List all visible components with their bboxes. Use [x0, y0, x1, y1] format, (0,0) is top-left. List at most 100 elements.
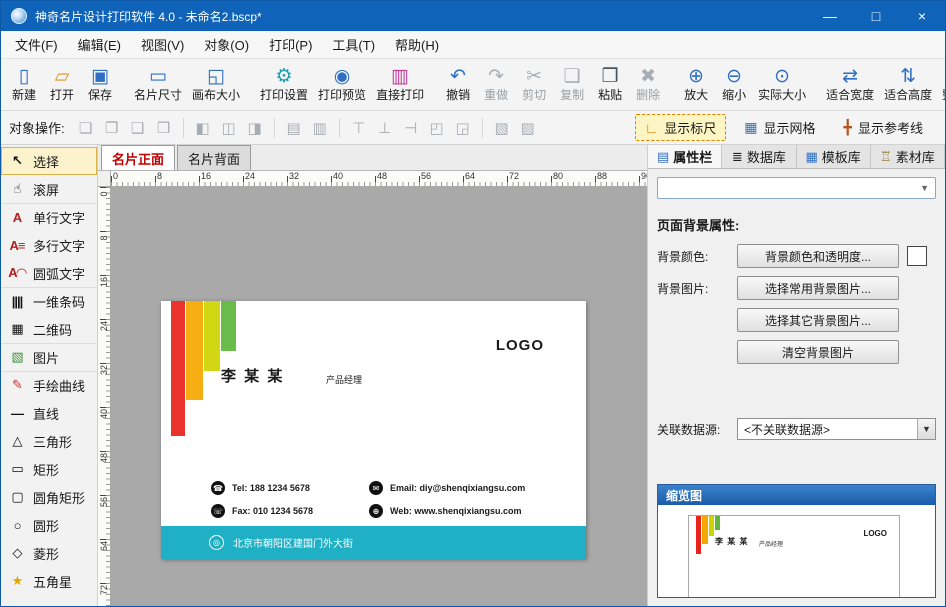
tab-properties[interactable]: ▤ 属性栏: [648, 145, 722, 168]
toolbar-group-fit: ⇄ 适合宽度 ⇅ 适合高度 ⊞ 整页显示: [821, 61, 946, 108]
freehand-curve-tool[interactable]: ✎ 手绘曲线: [1, 371, 97, 399]
circle-tool[interactable]: ○ 圆形: [1, 511, 97, 539]
multi-line-text-tool[interactable]: A≡ 多行文字: [1, 231, 97, 259]
fit-height-button[interactable]: ⇅ 适合高度: [879, 61, 937, 108]
actual-size-button[interactable]: ⊙ 实际大小: [753, 61, 811, 108]
align-top-button[interactable]: ⊤: [346, 116, 372, 140]
tool-palette: ↖ 选择 ☝ 滚屏 A 单行文字 A≡ 多行文字: [1, 145, 98, 606]
pan-tool[interactable]: ☝ 滚屏: [1, 175, 97, 203]
card-tel-row[interactable]: ☎ Tel: 188 1234 5678: [211, 481, 310, 495]
align-bottom-button[interactable]: ⊥: [372, 116, 398, 140]
delete-button[interactable]: ✖ 删除: [629, 61, 667, 108]
business-card[interactable]: LOGO 李 某 某 产品经理 ☎ Tel: 188 1234 5678 ☏ F…: [161, 301, 586, 559]
paste-button[interactable]: ❒ 粘贴: [591, 61, 629, 108]
card-job-title-text[interactable]: 产品经理: [326, 373, 362, 386]
tab-materials[interactable]: ♖ 素材库: [871, 145, 945, 168]
single-line-text-tool[interactable]: A 单行文字: [1, 203, 97, 231]
image-tool[interactable]: ▧ 图片: [1, 343, 97, 371]
line-tool[interactable]: ― 直线: [1, 399, 97, 427]
send-backward-button[interactable]: ❒: [151, 116, 177, 140]
group-button[interactable]: ▧: [489, 116, 515, 140]
barcode-tool[interactable]: |||| 一维条码: [1, 287, 97, 315]
menu-help[interactable]: 帮助(H): [385, 31, 449, 58]
distribute-vertical-button[interactable]: ▥: [307, 116, 333, 140]
window-title: 神奇名片设计打印软件 4.0 - 未命名2.bscp*: [35, 8, 262, 25]
close-button[interactable]: ×: [899, 1, 945, 31]
clear-background-button[interactable]: 清空背景图片: [737, 340, 899, 364]
actual-size-icon: ⊙: [774, 66, 790, 88]
card-fax-row[interactable]: ☏ Fax: 010 1234 5678: [211, 504, 313, 518]
fit-width-button[interactable]: ⇄ 适合宽度: [821, 61, 879, 108]
minimize-button[interactable]: —: [807, 1, 853, 31]
menu-print[interactable]: 打印(P): [259, 31, 322, 58]
redo-button[interactable]: ↷ 重做: [477, 61, 515, 108]
triangle-tool[interactable]: △ 三角形: [1, 427, 97, 455]
rounded-rectangle-tool[interactable]: ▢ 圆角矩形: [1, 483, 97, 511]
card-color-bar[interactable]: [221, 301, 236, 351]
tab-card-front[interactable]: 名片正面: [101, 145, 175, 170]
paste-icon: ❒: [602, 66, 619, 88]
card-color-bar[interactable]: [171, 301, 185, 436]
tab-card-back[interactable]: 名片背面: [177, 145, 251, 170]
copy-button[interactable]: ❏ 复制: [553, 61, 591, 108]
align-left-button[interactable]: ◧: [190, 116, 216, 140]
show-grid-toggle[interactable]: ▦ 显示网格: [734, 114, 825, 141]
distribute-horizontal-button[interactable]: ▤: [281, 116, 307, 140]
card-address-bar[interactable]: ◎ 北京市朝阳区建国门外大街: [161, 526, 586, 559]
bring-to-front-button[interactable]: ❏: [73, 116, 99, 140]
bring-forward-button[interactable]: ❑: [125, 116, 151, 140]
select-other-background-button[interactable]: 选择其它背景图片...: [737, 308, 899, 332]
card-color-bar[interactable]: [204, 301, 220, 371]
send-to-back-button[interactable]: ❐: [99, 116, 125, 140]
equal-width-button[interactable]: ◰: [424, 116, 450, 140]
arc-text-tool[interactable]: A◠ 圆弧文字: [1, 259, 97, 287]
print-setup-button[interactable]: ⚙ 打印设置: [255, 61, 313, 108]
datasource-row: 关联数据源: <不关联数据源> ▼: [657, 418, 936, 440]
tab-database[interactable]: ≣ 数据库: [722, 145, 796, 168]
tab-templates[interactable]: ▦ 模板库: [797, 145, 871, 168]
rectangle-tool[interactable]: ▭ 矩形: [1, 455, 97, 483]
card-color-bar[interactable]: [186, 301, 203, 400]
open-button[interactable]: ▱ 打开: [43, 61, 81, 108]
email-icon: ✉: [369, 481, 383, 495]
select-tool[interactable]: ↖ 选择: [1, 147, 97, 175]
menu-object[interactable]: 对象(O): [194, 31, 259, 58]
datasource-combobox[interactable]: <不关联数据源> ▼: [737, 418, 936, 440]
undo-button[interactable]: ↶ 撤销: [439, 61, 477, 108]
qr-code-tool[interactable]: ▦ 二维码: [1, 315, 97, 343]
card-web-row[interactable]: ⊕ Web: www.shenqixiangsu.com: [369, 504, 522, 518]
menu-edit[interactable]: 编辑(E): [68, 31, 131, 58]
align-right-button[interactable]: ◨: [242, 116, 268, 140]
tool-label: 五角星: [33, 572, 72, 591]
menu-view[interactable]: 视图(V): [131, 31, 194, 58]
new-button[interactable]: ▯ 新建: [5, 61, 43, 108]
design-canvas[interactable]: LOGO 李 某 某 产品经理 ☎ Tel: 188 1234 5678 ☏ F…: [111, 187, 647, 606]
ungroup-button[interactable]: ▨: [515, 116, 541, 140]
card-email-row[interactable]: ✉ Email: diy@shenqixiangsu.com: [369, 481, 525, 495]
zoom-out-button[interactable]: ⊖ 缩小: [715, 61, 753, 108]
card-name-text[interactable]: 李 某 某: [221, 365, 284, 386]
equal-size-button[interactable]: ◲: [450, 116, 476, 140]
card-size-button[interactable]: ▭ 名片尺寸: [129, 61, 187, 108]
align-center-button[interactable]: ◫: [216, 116, 242, 140]
star-tool[interactable]: ★ 五角星: [1, 567, 97, 595]
card-logo-text[interactable]: LOGO: [496, 337, 544, 354]
show-guides-toggle[interactable]: ╋ 显示参考线: [834, 114, 933, 141]
object-selector-combobox[interactable]: ▼: [657, 177, 936, 199]
save-button[interactable]: ▣ 保存: [81, 61, 119, 108]
direct-print-button[interactable]: ▥ 直接打印: [371, 61, 429, 108]
select-common-background-button[interactable]: 选择常用背景图片...: [737, 276, 899, 300]
cut-button[interactable]: ✂ 剪切: [515, 61, 553, 108]
background-color-button[interactable]: 背景颜色和透明度...: [737, 244, 899, 268]
show-ruler-toggle[interactable]: ∟ 显示标尺: [635, 114, 727, 141]
full-page-button[interactable]: ⊞ 整页显示: [937, 61, 946, 108]
menu-tools[interactable]: 工具(T): [322, 31, 385, 58]
panel-tabs: ▤ 属性栏 ≣ 数据库 ▦ 模板库 ♖ 素材库: [648, 145, 945, 169]
maximize-button[interactable]: □: [853, 1, 899, 31]
canvas-size-button[interactable]: ◱ 画布大小: [187, 61, 245, 108]
menu-file[interactable]: 文件(F): [5, 31, 68, 58]
diamond-tool[interactable]: ◇ 菱形: [1, 539, 97, 567]
align-middle-button[interactable]: ⊣: [398, 116, 424, 140]
print-preview-button[interactable]: ◉ 打印预览: [313, 61, 371, 108]
zoom-in-button[interactable]: ⊕ 放大: [677, 61, 715, 108]
